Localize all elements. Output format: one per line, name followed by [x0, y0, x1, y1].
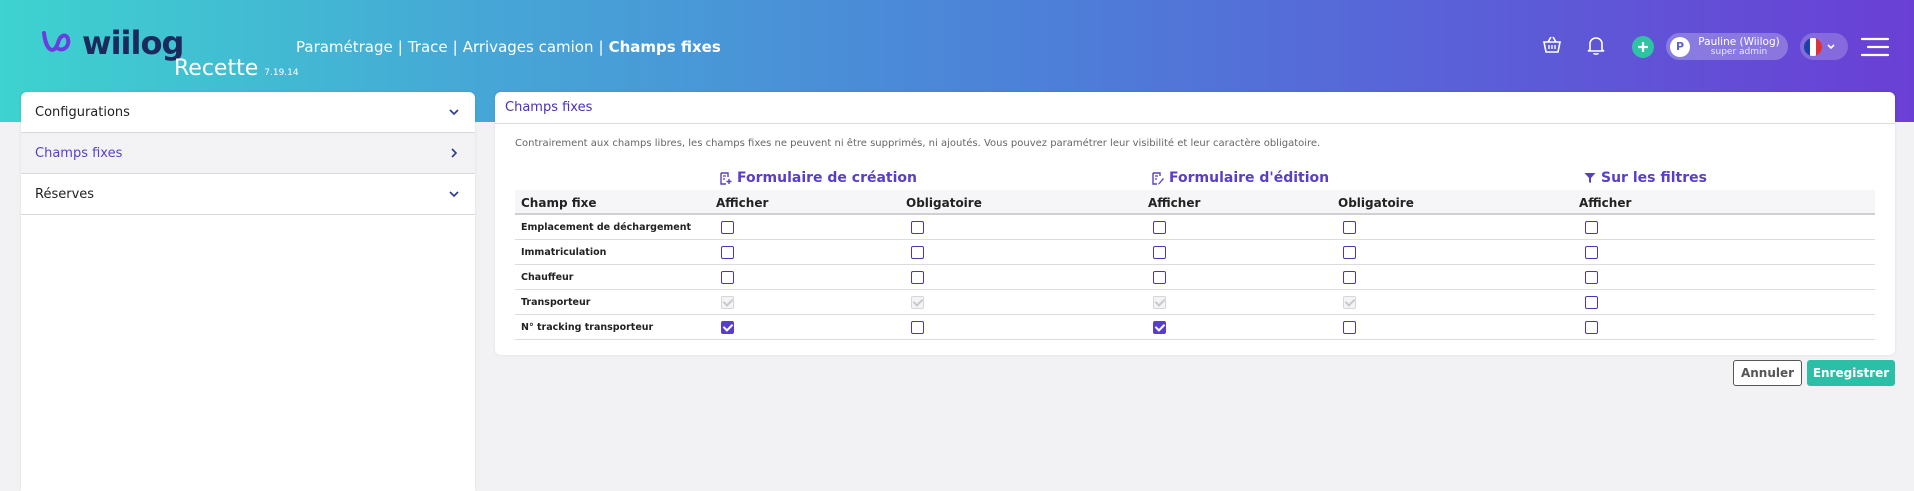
sidebar-item-configurations[interactable]: Configurations: [21, 92, 475, 133]
group-header-edition: Formulaire d'édition: [1152, 170, 1329, 186]
environment-name: Recette: [174, 56, 259, 81]
avatar: P: [1670, 36, 1690, 57]
basket-icon[interactable]: [1541, 34, 1563, 56]
field-label: Emplacement de déchargement: [521, 222, 692, 233]
column-header: Champ fixe: [521, 196, 597, 210]
chevron-right-icon: [451, 148, 458, 158]
field-checkbox[interactable]: [1585, 221, 1598, 234]
hamburger-menu-icon[interactable]: [1860, 36, 1890, 58]
breadcrumb: Paramétrage | Trace | Arrivages camion |…: [296, 38, 721, 56]
breadcrumb-separator: |: [452, 38, 458, 56]
field-checkbox[interactable]: [1153, 271, 1166, 284]
sidebar-item-label: Réserves: [35, 186, 95, 202]
field-checkbox[interactable]: [911, 271, 924, 284]
french-flag-icon: [1804, 37, 1822, 56]
breadcrumb-item[interactable]: Paramétrage: [296, 38, 393, 56]
field-checkbox[interactable]: [911, 246, 924, 259]
language-selector[interactable]: [1800, 33, 1848, 60]
chevron-down-icon: [1827, 43, 1835, 49]
field-checkbox[interactable]: [721, 221, 734, 234]
environment-label: Recette 7.19.14: [174, 56, 299, 81]
chevron-down-icon: [449, 191, 459, 198]
user-role: super admin: [1710, 46, 1768, 57]
field-checkbox[interactable]: [1585, 321, 1598, 334]
field-checkbox[interactable]: [911, 221, 924, 234]
field-checkbox[interactable]: [721, 321, 734, 334]
table-row: Immatriculation: [515, 240, 1875, 265]
column-header: Afficher: [1579, 196, 1632, 210]
group-label: Formulaire d'édition: [1169, 170, 1330, 186]
wiilog-logo-icon: [42, 31, 71, 52]
field-checkbox[interactable]: [1153, 221, 1166, 234]
bell-icon[interactable]: [1585, 34, 1607, 56]
field-label: Transporteur: [521, 297, 591, 308]
breadcrumb-item[interactable]: Trace: [408, 38, 448, 56]
sidebar-item-label: Champs fixes: [35, 145, 123, 161]
wiilog-logo[interactable]: wiilog: [40, 24, 184, 62]
column-header: Obligatoire: [906, 196, 982, 210]
form-edit-icon: [1152, 171, 1164, 185]
field-checkbox[interactable]: [911, 321, 924, 334]
column-header: Obligatoire: [1338, 196, 1414, 210]
field-checkbox[interactable]: [1153, 321, 1166, 334]
form-create-icon: [720, 171, 732, 185]
field-checkbox[interactable]: [1585, 296, 1598, 309]
settings-sidebar: Configurations Champs fixes Réserves: [21, 92, 475, 491]
field-checkbox[interactable]: [1343, 246, 1356, 259]
fixed-fields-panel: Champs fixes Contrairement aux champs li…: [495, 92, 1895, 355]
field-label: Immatriculation: [521, 247, 607, 258]
table-row: N° tracking transporteur: [515, 315, 1875, 340]
save-button[interactable]: Enregistrer: [1807, 360, 1895, 386]
fixed-fields-table: Champ fixe Afficher Obligatoire Afficher…: [515, 190, 1875, 340]
panel-description: Contrairement aux champs libres, les cha…: [515, 138, 1321, 149]
field-checkbox: [721, 296, 734, 309]
field-label: N° tracking transporteur: [521, 322, 654, 333]
breadcrumb-separator: |: [598, 38, 604, 56]
breadcrumb-separator: |: [397, 38, 403, 56]
group-label: Formulaire de création: [737, 170, 918, 186]
field-checkbox[interactable]: [1153, 246, 1166, 259]
panel-title: Champs fixes: [495, 92, 1895, 124]
field-checkbox: [1343, 296, 1356, 309]
group-header-creation: Formulaire de création: [720, 170, 917, 186]
version-label: 7.19.14: [264, 68, 299, 78]
field-checkbox: [1153, 296, 1166, 309]
sidebar-item-reserves[interactable]: Réserves: [21, 174, 475, 215]
column-header: Afficher: [716, 196, 769, 210]
field-checkbox[interactable]: [721, 271, 734, 284]
user-name: Pauline (Wiilog): [1698, 35, 1780, 48]
field-checkbox[interactable]: [1343, 321, 1356, 334]
user-info: Pauline (Wiilog) super admin: [1695, 35, 1783, 57]
breadcrumb-current: Champs fixes: [608, 38, 721, 56]
table-row: Chauffeur: [515, 265, 1875, 290]
breadcrumb-item[interactable]: Arrivages camion: [463, 38, 594, 56]
cancel-button[interactable]: Annuler: [1733, 360, 1802, 386]
plus-circle-icon[interactable]: [1631, 35, 1655, 59]
sidebar-item-label: Configurations: [35, 104, 130, 120]
table-row: Transporteur: [515, 290, 1875, 315]
chevron-down-icon: [449, 109, 459, 116]
group-label: Sur les filtres: [1601, 170, 1707, 186]
field-label: Chauffeur: [521, 272, 574, 283]
column-header: Afficher: [1148, 196, 1201, 210]
logo-text: wiilog: [82, 24, 184, 62]
sidebar-item-champs-fixes[interactable]: Champs fixes: [21, 133, 475, 174]
filter-icon: [1584, 173, 1596, 183]
field-checkbox[interactable]: [1343, 221, 1356, 234]
field-checkbox[interactable]: [1343, 271, 1356, 284]
field-checkbox[interactable]: [721, 246, 734, 259]
field-checkbox[interactable]: [1585, 271, 1598, 284]
field-checkbox: [911, 296, 924, 309]
field-checkbox[interactable]: [1585, 246, 1598, 259]
table-header: Champ fixe Afficher Obligatoire Afficher…: [515, 190, 1875, 215]
table-row: Emplacement de déchargement: [515, 215, 1875, 240]
user-menu[interactable]: P Pauline (Wiilog) super admin: [1666, 33, 1788, 60]
group-header-filters: Sur les filtres: [1584, 170, 1707, 186]
